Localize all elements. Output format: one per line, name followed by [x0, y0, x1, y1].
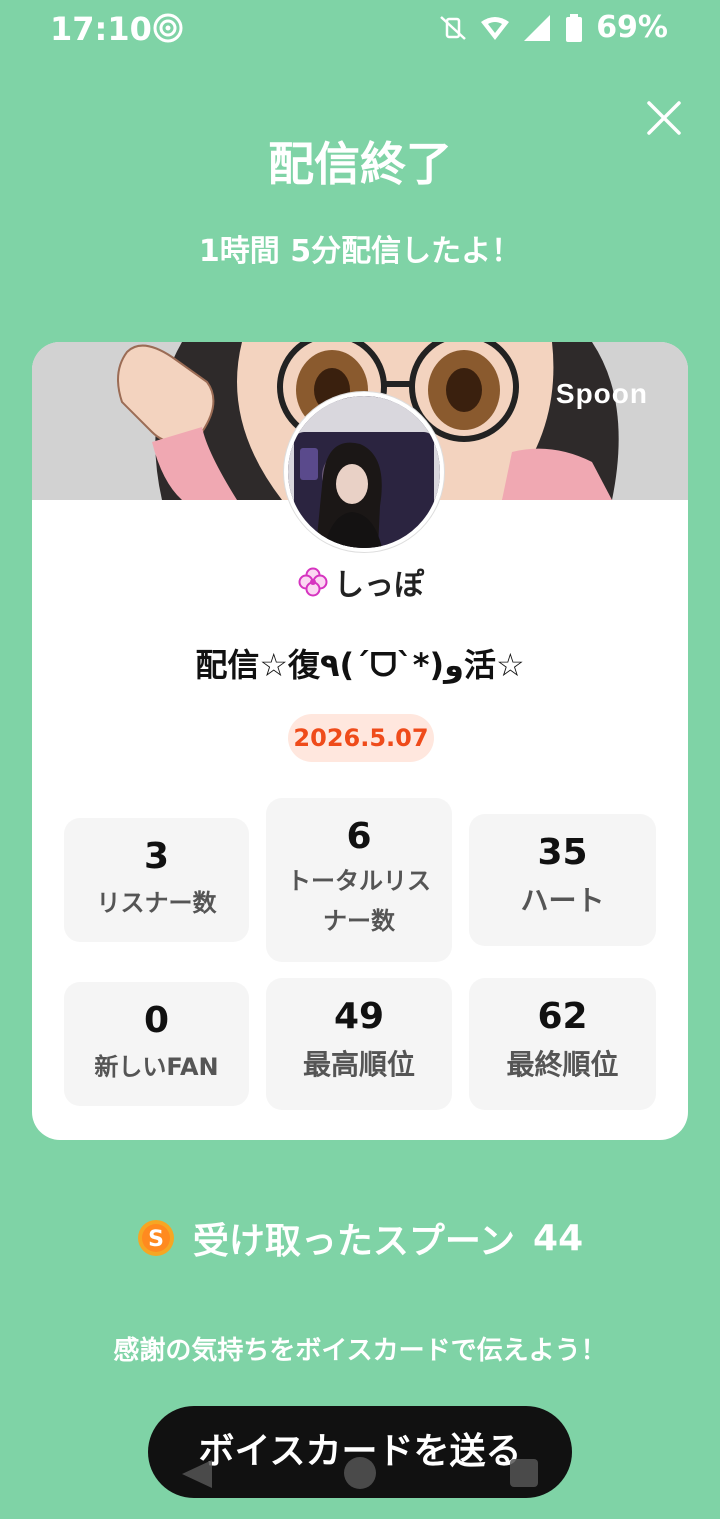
stat-new-fans: 0 新しいFAN	[64, 982, 249, 1106]
spoon-coin-icon: S	[137, 1220, 174, 1256]
stat-listeners: 3 リスナー数	[64, 818, 249, 942]
stat-value: 62	[537, 996, 588, 1037]
stat-value: 49	[333, 996, 385, 1037]
stat-label: リスナー数	[96, 889, 217, 917]
username: しっぽ	[334, 568, 424, 603]
spoons-count: 44	[533, 1217, 584, 1259]
stat-label: 新しいFAN	[94, 1053, 219, 1081]
stat-total-listeners: 6 トータルリスナー数	[266, 798, 452, 962]
status-icons: 69%	[438, 10, 668, 45]
battery-icon	[566, 13, 583, 42]
battery-percentage: 69%	[596, 10, 668, 45]
spoon-logo: Spoon	[555, 378, 648, 409]
broadcast-result-card: Spoon しっぽ 配信☆復٩(ˊᗜˋ*)و活☆ 2026.5.07 3 リスナ…	[32, 342, 688, 1140]
avatar	[284, 392, 444, 552]
username-row: しっぽ	[32, 560, 688, 604]
stat-value: 0	[143, 1000, 170, 1041]
stat-label: 最高順位	[302, 1048, 415, 1081]
thanks-message: 感謝の気持ちをボイスカードで伝えよう！	[113, 1336, 607, 1366]
wifi-icon	[481, 16, 510, 40]
status-time: 17:10	[50, 10, 152, 48]
broadcast-title: 配信☆復٩(ˊᗜˋ*)و活☆	[195, 646, 525, 684]
home-icon[interactable]	[343, 1456, 377, 1490]
stat-value: 35	[537, 832, 588, 873]
spoons-received: S 受け取ったスプーン 44	[0, 1212, 720, 1264]
stat-label: 最終順位	[506, 1048, 619, 1081]
stat-hearts: 35 ハート	[469, 814, 656, 946]
recents-icon[interactable]	[509, 1458, 539, 1488]
stat-value: 3	[143, 836, 170, 877]
spoons-label: 受け取ったスプーン	[192, 1221, 516, 1262]
stat-highest-rank: 49 最高順位	[266, 978, 452, 1110]
stat-final-rank: 62 最終順位	[469, 978, 656, 1110]
back-icon[interactable]	[178, 1458, 214, 1490]
svg-text:S: S	[148, 1227, 164, 1252]
signal-icon	[524, 14, 551, 41]
broadcast-duration: 1時間 5分配信したよ！	[198, 234, 522, 269]
date-badge: 2026.5.07	[288, 714, 434, 762]
clover-icon	[298, 567, 328, 597]
hotspot-icon	[153, 13, 183, 43]
mute-vibrate-icon	[440, 15, 467, 40]
stat-label: トータルリスナー数	[287, 867, 431, 935]
stat-label: ハート	[520, 884, 605, 917]
stat-value: 6	[346, 816, 372, 857]
page-title: 配信終了	[268, 137, 452, 191]
status-bar: 17:10 69%	[0, 0, 720, 60]
